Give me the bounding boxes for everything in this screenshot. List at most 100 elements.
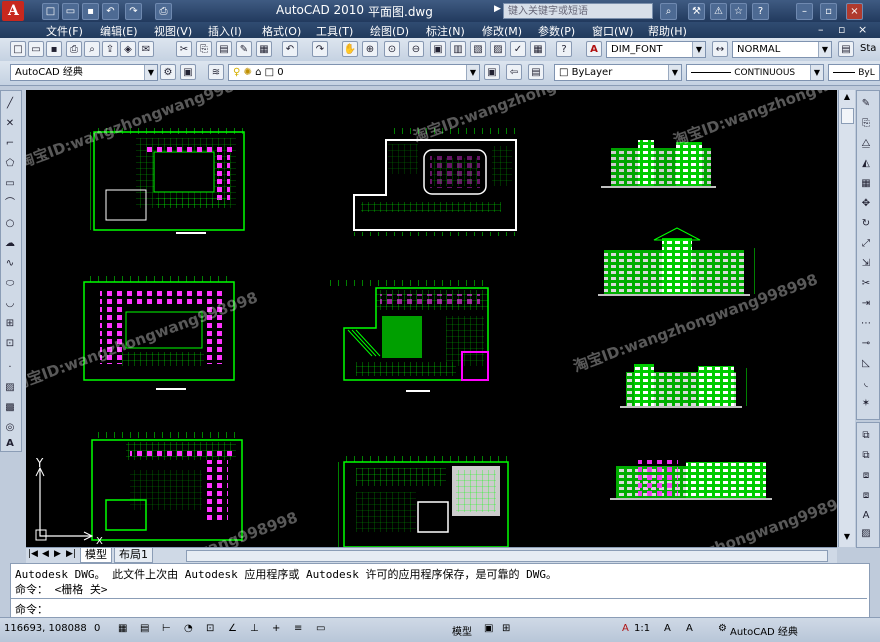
hatch-back-icon[interactable]: ▨ [859, 527, 873, 541]
workspace-select[interactable]: AutoCAD 经典 ▼ [10, 64, 158, 81]
drawing-canvas[interactable]: Y X 淘宝ID:wangzhongwang998998 淘宝ID:wangzh… [26, 90, 837, 547]
osnap-icon[interactable]: ⊡ [206, 623, 214, 634]
tab-next-icon[interactable]: ▶ [54, 549, 61, 559]
array-icon[interactable]: ▦ [859, 177, 873, 191]
explode-icon[interactable]: ✶ [859, 397, 873, 411]
dimstyle-select[interactable]: DIM_FONT ▼ [606, 41, 706, 58]
qnew-icon[interactable]: □ [10, 41, 26, 57]
menu-format[interactable]: 格式(O) [262, 23, 301, 39]
send-under-icon[interactable]: ⧈ [859, 489, 873, 503]
coordinates-display[interactable]: 116693, 108088 [4, 623, 87, 634]
zoom-window-icon[interactable]: ⊙ [384, 41, 400, 57]
preview-icon[interactable]: ⌕ [84, 41, 100, 57]
menu-edit[interactable]: 编辑(E) [100, 23, 138, 39]
pan-icon[interactable]: ✋ [342, 41, 358, 57]
workspace-save-icon[interactable]: ▣ [180, 64, 196, 80]
polar-icon[interactable]: ◔ [184, 623, 193, 634]
point-icon[interactable]: · [3, 361, 17, 375]
close-icon[interactable]: × [846, 3, 863, 20]
matchprop-icon[interactable]: ✎ [236, 41, 252, 57]
qp-icon[interactable]: ▭ [316, 623, 325, 634]
hatch-icon[interactable]: ▨ [3, 381, 17, 395]
command-prompt[interactable]: 命令： [15, 601, 48, 617]
scale-icon[interactable]: ⤢ [859, 237, 873, 251]
arc-icon[interactable]: ⌒ [3, 197, 17, 211]
cut-icon[interactable]: ✂ [176, 41, 192, 57]
bring-front-icon[interactable]: ⧉ [859, 429, 873, 443]
favorites-icon[interactable]: ☆ [730, 3, 747, 20]
binoculars-icon[interactable]: ⌕ [660, 3, 677, 20]
bring-above-icon[interactable]: ⧈ [859, 469, 873, 483]
move-icon[interactable]: ✥ [859, 197, 873, 211]
layout-view-icon[interactable]: ⊞ [502, 623, 510, 634]
layout-view-icon[interactable]: ▣ [484, 623, 493, 634]
menu-parametric[interactable]: 参数(P) [538, 23, 575, 39]
stretch-icon[interactable]: ⇲ [859, 257, 873, 271]
communication-icon[interactable]: ⚠ [710, 3, 727, 20]
publish-icon[interactable]: ⇪ [102, 41, 118, 57]
help-tool-icon[interactable]: ? [556, 41, 572, 57]
app-logo-button[interactable]: A [2, 1, 24, 21]
lineweight-select[interactable]: ByL [828, 64, 880, 81]
tablestyle-select[interactable]: NORMAL ▼ [732, 41, 832, 58]
mdi-close-icon[interactable]: × [858, 23, 867, 36]
snap-icon[interactable]: ▦ [118, 623, 127, 634]
status-workspace[interactable]: AutoCAD 经典 [730, 623, 798, 638]
copy-object-icon[interactable]: ⎘ [859, 117, 873, 131]
print-icon[interactable]: ⎙ [66, 41, 82, 57]
menu-modify[interactable]: 修改(M) [482, 23, 522, 39]
mdi-restore-icon[interactable]: ▫ [838, 23, 845, 36]
linetype-select[interactable]: CONTINUOUS ▼ [686, 64, 824, 81]
gradient-icon[interactable]: ▩ [3, 401, 17, 415]
etransmit-icon[interactable]: ✉ [138, 41, 154, 57]
menu-help[interactable]: 帮助(H) [648, 23, 687, 39]
ortho-icon[interactable]: ⊢ [162, 623, 171, 634]
redo-icon[interactable]: ↷ [125, 3, 142, 20]
break-icon[interactable]: ⋯ [859, 317, 873, 331]
scroll-thumb[interactable] [841, 108, 854, 124]
tab-last-icon[interactable]: ▶| [66, 549, 76, 559]
ellipse-arc-icon[interactable]: ◡ [3, 297, 17, 311]
menu-draw[interactable]: 绘图(D) [370, 23, 409, 39]
circle-icon[interactable]: ○ [3, 217, 17, 231]
new-icon[interactable]: □ [42, 3, 59, 20]
polyline-icon[interactable]: ⌐ [3, 137, 17, 151]
block-editor-icon[interactable]: ▦ [256, 41, 272, 57]
open-icon[interactable]: ▭ [62, 3, 79, 20]
menu-window[interactable]: 窗口(W) [592, 23, 633, 39]
sheet-set-icon[interactable]: ▨ [490, 41, 506, 57]
grid-icon[interactable]: ▤ [140, 623, 149, 634]
fillet-icon[interactable]: ◟ [859, 377, 873, 391]
copy-icon[interactable]: ⎘ [196, 41, 212, 57]
send-back-icon[interactable]: ⧉ [859, 449, 873, 463]
textstyle-value[interactable]: Sta [860, 43, 876, 54]
horizontal-scrollbar[interactable] [186, 550, 828, 562]
layer-previous-icon[interactable]: ⇦ [506, 64, 522, 80]
mirror-icon[interactable]: ⧋ [859, 137, 873, 151]
3d-icon[interactable]: ◈ [120, 41, 136, 57]
plot-icon[interactable]: ⎙ [155, 3, 172, 20]
rectangle-icon[interactable]: ▭ [3, 177, 17, 191]
layer-states-icon[interactable]: ▤ [528, 64, 544, 80]
scroll-down-icon[interactable]: ▼ [841, 532, 853, 542]
tab-prev-icon[interactable]: ◀ [42, 549, 49, 559]
save-icon[interactable]: ▪ [82, 3, 99, 20]
spline-icon[interactable]: ∿ [3, 257, 17, 271]
menu-tools[interactable]: 工具(T) [316, 23, 353, 39]
rotate-icon[interactable]: ↻ [859, 217, 873, 231]
lweight-icon[interactable]: ≡ [294, 623, 302, 634]
line-icon[interactable]: ╱ [3, 97, 17, 111]
menu-view[interactable]: 视图(V) [154, 23, 192, 39]
properties-icon[interactable]: ▣ [430, 41, 446, 57]
color-select[interactable]: □ ByLayer ▼ [554, 64, 682, 81]
menu-insert[interactable]: 插入(I) [208, 23, 242, 39]
search-input[interactable]: 键入关键字或短语 [503, 3, 653, 19]
annotation-visibility-icon[interactable]: A [664, 623, 671, 634]
construction-line-icon[interactable]: ✕ [3, 117, 17, 131]
text-front-icon[interactable]: A [859, 509, 873, 523]
insert-block-icon[interactable]: ⊞ [3, 317, 17, 331]
workspace-settings-icon[interactable]: ⚙ [160, 64, 176, 80]
menu-dimension[interactable]: 标注(N) [426, 23, 465, 39]
design-center-icon[interactable]: ▥ [450, 41, 466, 57]
workspace-switch-icon[interactable]: ⚙ [718, 623, 727, 634]
